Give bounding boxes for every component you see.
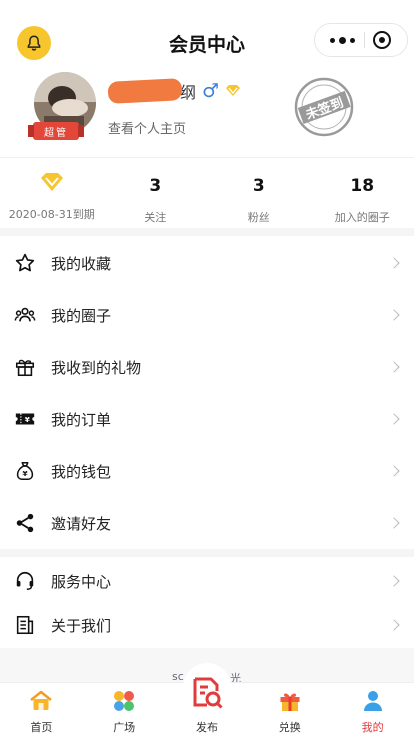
menu-service-center[interactable]: 服务中心: [0, 557, 414, 605]
menu-label: 邀请好友: [51, 514, 112, 533]
chevron-right-icon: [388, 257, 400, 269]
stat-fans[interactable]: 3 粉丝: [207, 160, 311, 226]
menu-orders[interactable]: ¥ 我的订单: [0, 393, 414, 445]
menu-label: 服务中心: [51, 572, 112, 591]
chevron-right-icon: [388, 517, 400, 529]
username-tail: 纲: [180, 83, 197, 102]
star-icon: [14, 252, 36, 274]
tab-label: 发布: [195, 721, 218, 734]
stat-label: 粉丝: [247, 211, 270, 224]
menu-label: 关于我们: [51, 616, 112, 635]
headset-icon: [14, 570, 36, 592]
mini-program-capsule: [314, 23, 408, 57]
checkin-stamp-icon[interactable]: 未签到: [293, 76, 355, 138]
user-icon: [361, 689, 385, 713]
chevron-right-icon: [388, 575, 400, 587]
menu-label: 我的收藏: [51, 254, 112, 273]
tab-exchange[interactable]: 兑换: [248, 683, 331, 736]
menu-favorites[interactable]: 我的收藏: [0, 237, 414, 289]
gift-box-icon: [278, 689, 302, 713]
menu-about-us[interactable]: 关于我们: [0, 601, 414, 649]
svg-text:¥: ¥: [25, 415, 31, 424]
menu-label: 我的钱包: [51, 462, 112, 481]
profile-card[interactable]: 超管 纲 ♂ 查看个人主页 未签到: [0, 62, 414, 158]
home-icon: [29, 689, 53, 713]
stat-value: 3: [149, 176, 162, 196]
bottom-tabbar: 首页 广场 发布 兑换 我的: [0, 663, 414, 736]
tab-label: 广场: [113, 721, 136, 734]
more-dots-icon[interactable]: [323, 24, 361, 56]
stat-following[interactable]: 3 关注: [104, 160, 208, 226]
tab-label: 首页: [30, 721, 53, 734]
role-badge: 超管: [28, 122, 84, 140]
stat-circles[interactable]: 18 加入的圈子: [311, 160, 414, 226]
stat-label: 2020-08-31到期: [8, 208, 95, 221]
menu-wallet[interactable]: ¥ 我的钱包: [0, 445, 414, 497]
menu-circles[interactable]: 我的圈子: [0, 289, 414, 341]
ticket-icon: ¥: [14, 408, 36, 430]
share-icon: [14, 512, 36, 534]
target-close-icon[interactable]: [373, 31, 391, 49]
vip-diamond-icon: [225, 82, 241, 101]
stat-label: 加入的圈子: [334, 211, 390, 224]
chevron-right-icon: [388, 309, 400, 321]
chevron-right-icon: [388, 619, 400, 631]
tab-label: 我的: [361, 721, 384, 734]
group-icon: [14, 304, 36, 326]
document-icon: [14, 614, 36, 636]
view-profile-link[interactable]: 查看个人主页: [108, 118, 186, 137]
gift-icon: [14, 356, 36, 378]
tab-square[interactable]: 广场: [83, 683, 166, 736]
username-row: 纲 ♂: [107, 78, 241, 104]
chevron-right-icon: [388, 465, 400, 477]
menu-invite[interactable]: 邀请好友: [0, 497, 414, 549]
top-navbar: 会员中心: [0, 0, 414, 62]
stats-row: 2020-08-31到期 3 关注 3 粉丝 18 加入的圈子: [0, 160, 414, 226]
menu-label: 我的圈子: [51, 306, 112, 325]
svg-text:¥: ¥: [22, 469, 28, 478]
chevron-right-icon: [388, 413, 400, 425]
stat-value: 18: [350, 176, 375, 196]
menu-gifts[interactable]: 我收到的礼物: [0, 341, 414, 393]
section-divider: [0, 549, 414, 557]
vip-diamond-icon: [0, 171, 104, 197]
capsule-divider: [364, 32, 365, 48]
menu-label: 我收到的礼物: [51, 358, 142, 377]
tab-home[interactable]: 首页: [0, 683, 83, 736]
redacted-name: [107, 78, 183, 104]
square-grid-icon: [112, 689, 136, 713]
publish-icon: [189, 675, 225, 711]
chevron-right-icon: [388, 361, 400, 373]
tab-publish[interactable]: 发布: [166, 663, 249, 736]
money-bag-icon: ¥: [14, 460, 36, 482]
menu-label: 我的订单: [51, 410, 112, 429]
male-icon: ♂: [202, 80, 220, 102]
section-divider: [0, 228, 414, 236]
stat-value: 3: [252, 176, 265, 196]
stat-vip-expiry[interactable]: 2020-08-31到期: [0, 160, 104, 226]
tab-mine[interactable]: 我的: [331, 683, 414, 736]
tab-label: 兑换: [278, 721, 301, 734]
stat-label: 关注: [144, 211, 167, 224]
